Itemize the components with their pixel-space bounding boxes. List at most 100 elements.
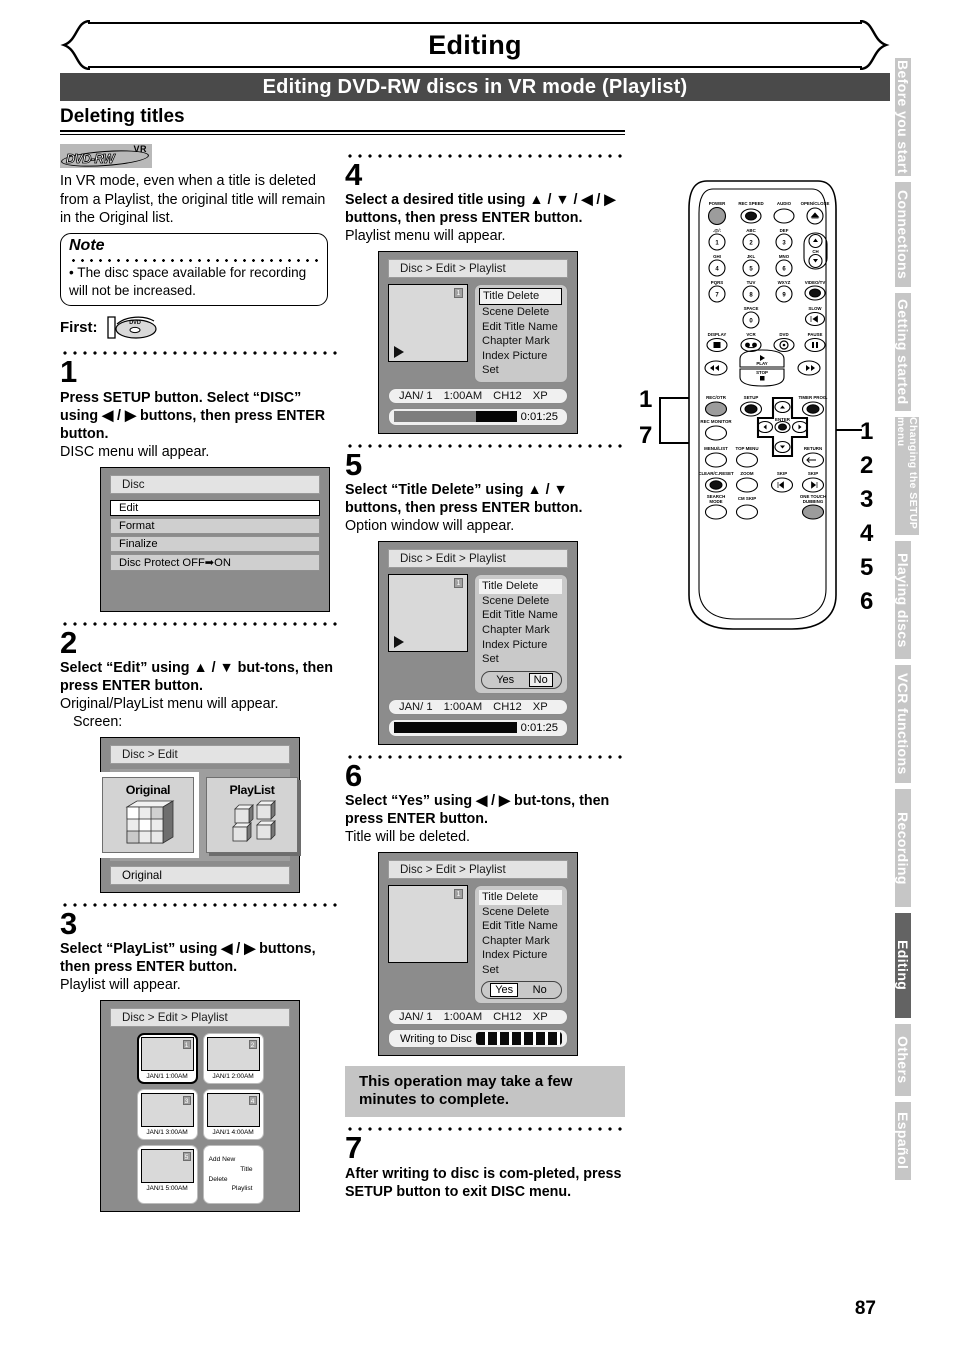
delete-label: Delete <box>208 1175 228 1183</box>
info-date: JAN/ 1 <box>399 1011 433 1024</box>
card-playlist[interactable]: PlayList <box>206 776 298 853</box>
thumbnail-3-number: 3 <box>182 1096 191 1106</box>
thumbnail-4-number: 4 <box>248 1096 257 1106</box>
screen-disc-menu-title: Disc <box>110 474 320 494</box>
svg-text:AUDIO: AUDIO <box>777 201 792 206</box>
thumbnail-2-time: JAN/1 2:00AM <box>212 1073 254 1081</box>
step-4-result: Playlist menu will appear. <box>345 228 506 245</box>
dvd-rw-vr-logo-icon: VR DVD-RW <box>60 144 152 170</box>
svg-text:CLEAR/C.RESET: CLEAR/C.RESET <box>698 471 734 476</box>
tab-connections[interactable]: Connections <box>895 182 911 287</box>
disc-menu-item-format[interactable]: Format <box>110 517 320 534</box>
svg-text:VIDEO/TV: VIDEO/TV <box>805 280 826 285</box>
step-6-instruction: Select “Yes” using ◀ / ▶ but-tons, then … <box>345 793 610 828</box>
heading-rule-thin <box>60 134 625 135</box>
playlist-cell-2[interactable]: 2 JAN/1 2:00AM <box>202 1033 264 1085</box>
yes-button[interactable]: Yes <box>490 983 519 998</box>
disc-menu-item-edit[interactable]: Edit <box>110 499 320 516</box>
option-title-delete[interactable]: Title Delete <box>479 288 562 305</box>
no-button[interactable]: No <box>527 984 553 996</box>
playlist-cell-5[interactable]: 5 JAN/1 5:00AM <box>136 1145 198 1204</box>
step-4-top-divider <box>345 150 625 158</box>
tab-before-you-start[interactable]: Before you start <box>895 58 911 176</box>
step-5: 5 Select “Title Delete” using ▲ / ▼ butt… <box>345 449 625 745</box>
thumbnail-4-time: JAN/1 4:00AM <box>212 1129 254 1137</box>
option-chapter-mark[interactable]: Chapter Mark <box>481 623 562 638</box>
option-window-info-bar: JAN/ 1 1:00AM CH12 XP <box>388 698 568 715</box>
playlist-label: Playlist <box>231 1185 253 1193</box>
svg-text:WXYZ: WXYZ <box>778 280 791 285</box>
svg-text:TUV: TUV <box>747 280 756 285</box>
play-indicator-icon <box>394 346 404 359</box>
note-dotted-rule <box>69 255 319 263</box>
option-index-picture-set[interactable]: Index Picture Set <box>481 349 562 378</box>
svg-text:TOP MENU: TOP MENU <box>735 446 758 451</box>
progress-elapsed-segment <box>394 411 477 423</box>
option-edit-title-name[interactable]: Edit Title Name <box>481 608 562 623</box>
playlist-menu-progress-row: 0:01:25 <box>388 407 568 426</box>
right-brace-decoration <box>860 20 890 70</box>
page-banner: Editing <box>60 20 890 70</box>
step-5-dotted-divider <box>345 750 625 759</box>
tab-vcr-functions[interactable]: VCR functions <box>895 665 911 783</box>
svg-text:REC SPEED: REC SPEED <box>738 201 763 206</box>
tab-getting-started[interactable]: Getting started <box>895 293 911 411</box>
tab-recording[interactable]: Recording <box>895 789 911 907</box>
option-scene-delete[interactable]: Scene Delete <box>481 305 562 320</box>
thumbnail-number-badge: 1 <box>454 288 463 299</box>
step-6-dotted-divider <box>345 1123 625 1132</box>
writing-screen-thumbnail: 1 <box>388 885 468 964</box>
playlist-cell-3[interactable]: 3 JAN/1 3:00AM <box>136 1089 198 1141</box>
playlist-cell-1[interactable]: 1 JAN/1 1:00AM <box>136 1033 198 1085</box>
tab-changing-setup-menu[interactable]: Changing the SETUP menu <box>895 417 919 535</box>
thumbnail-2: 2 <box>206 1037 260 1072</box>
writing-option-list: Title Delete Scene Delete Edit Title Nam… <box>474 885 568 1005</box>
writing-progress-bar <box>475 1032 562 1046</box>
step-2-result: Original/PlayList menu will appear. <box>60 695 279 712</box>
step-2-dotted-divider <box>60 898 340 907</box>
callout-left-1: 1 <box>639 386 653 413</box>
disc-menu-item-finalize[interactable]: Finalize <box>110 535 320 552</box>
playlist-cell-4[interactable]: 4 JAN/1 4:00AM <box>202 1089 264 1141</box>
tab-editing[interactable]: Editing <box>895 913 911 1018</box>
option-window-list: Title Delete Scene Delete Edit Title Nam… <box>474 574 568 694</box>
step-2-instruction: Select “Edit” using ▲ / ▼ but-tons, then… <box>60 659 333 694</box>
tab-others[interactable]: Others <box>895 1024 911 1096</box>
yes-button[interactable]: Yes <box>490 674 520 686</box>
thumbnail-1: 1 <box>140 1037 194 1072</box>
playlist-menu-info-bar: JAN/ 1 1:00AM CH12 XP <box>388 387 568 404</box>
option-edit-title-name[interactable]: Edit Title Name <box>481 320 562 335</box>
svg-text:POWER: POWER <box>709 201 726 206</box>
step-1-dotted-divider <box>60 617 340 626</box>
play-indicator-icon <box>394 636 404 649</box>
note-body: • The disc space available for recording… <box>69 265 307 298</box>
card-original[interactable]: Original <box>97 771 199 858</box>
tab-playing-discs[interactable]: Playing discs <box>895 541 911 659</box>
chapter-tab-rail: Before you start Connections Getting sta… <box>895 58 954 1186</box>
yes-no-prompt: Yes No <box>481 981 562 1000</box>
option-window-progress-row: 0:01:25 <box>388 718 568 737</box>
step-2-number: 2 <box>60 624 78 660</box>
option-title-delete[interactable]: Title Delete <box>479 579 562 594</box>
disc-menu-item-disc-protect[interactable]: Disc Protect OFF➡ON <box>110 553 320 571</box>
screen-edit-menu: Disc > Edit Original PlayList Original <box>97 736 300 893</box>
callout-left-7: 7 <box>639 422 653 449</box>
option-chapter-mark[interactable]: Chapter Mark <box>481 934 562 949</box>
option-title-delete[interactable]: Title Delete <box>479 890 562 905</box>
svg-text:PLAY: PLAY <box>756 361 767 366</box>
step-4-instruction: Select a desired title using ▲ / ▼ / ◀ /… <box>345 192 616 227</box>
no-button[interactable]: No <box>528 672 553 687</box>
info-time: 1:00AM <box>443 389 483 402</box>
option-index-picture-set[interactable]: Index Picture Set <box>481 948 562 977</box>
option-index-picture-set[interactable]: Index Picture Set <box>481 638 562 667</box>
option-chapter-mark[interactable]: Chapter Mark <box>481 334 562 349</box>
middle-column: 4 Select a desired title using ▲ / ▼ / ◀… <box>345 144 625 1201</box>
option-edit-title-name[interactable]: Edit Title Name <box>481 919 562 934</box>
info-date: JAN/ 1 <box>399 389 433 402</box>
option-scene-delete[interactable]: Scene Delete <box>481 594 562 609</box>
svg-text:SPACE: SPACE <box>744 306 759 311</box>
step-7: 7 After writing to disc is com-pleted, p… <box>345 1132 625 1200</box>
playlist-cell-add-delete[interactable]: Add New Title Delete Playlist <box>202 1145 264 1204</box>
option-scene-delete[interactable]: Scene Delete <box>481 905 562 920</box>
tab-espanol[interactable]: Español <box>895 1102 911 1180</box>
